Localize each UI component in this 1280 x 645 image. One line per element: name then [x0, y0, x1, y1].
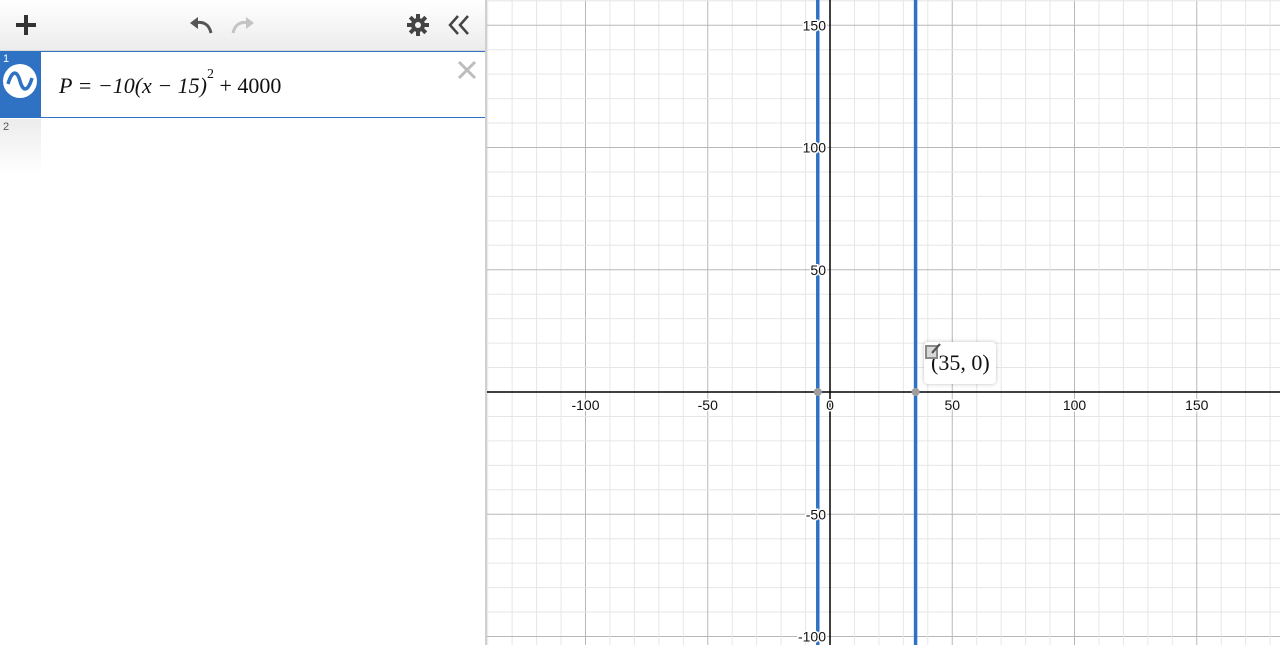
x-tick-label: 0 — [826, 397, 834, 413]
root-point — [911, 388, 920, 396]
collapse-panel-button[interactable] — [444, 10, 474, 40]
add-expression-button[interactable] — [11, 10, 41, 40]
expression-gutter[interactable]: 1 — [0, 51, 41, 118]
expression-text[interactable]: P = −10(x − 15)2 + 4000 — [59, 67, 282, 99]
expression-exponent: 2 — [207, 67, 214, 82]
expression-index: 2 — [3, 121, 10, 133]
y-tick-label: -100 — [798, 629, 826, 645]
x-tick-label: 150 — [1185, 397, 1209, 413]
root-point — [813, 388, 822, 396]
expression-panel: 1 P = −10(x − 15)2 + 4000 2 — [0, 0, 486, 645]
settings-button[interactable] — [403, 10, 433, 40]
x-tick-label: -100 — [571, 397, 599, 413]
redo-button[interactable] — [228, 10, 258, 40]
gear-icon — [407, 14, 429, 36]
expression-lhs: P = −10(x − 15) — [59, 73, 207, 98]
graph-canvas[interactable]: -100 -50 0 50 100 150 150 100 50 -50 -100 (35, 0) — [487, 0, 1280, 645]
expression-input[interactable]: P = −10(x − 15)2 + 4000 — [41, 51, 486, 118]
redo-icon — [231, 17, 254, 34]
expression-gutter[interactable]: 2 — [0, 119, 41, 174]
expression-index: 1 — [3, 53, 10, 65]
double-chevron-left-icon — [448, 15, 469, 35]
plus-icon — [16, 15, 36, 35]
expression-row-empty[interactable]: 2 — [0, 119, 486, 174]
close-icon — [457, 60, 477, 80]
y-tick-label: -50 — [806, 506, 826, 522]
edit-label-icon[interactable] — [924, 342, 942, 360]
x-tick-label: 100 — [1063, 397, 1087, 413]
point-label[interactable]: (35, 0) — [924, 342, 996, 384]
undo-button[interactable] — [186, 10, 216, 40]
expression-row[interactable]: 1 P = −10(x − 15)2 + 4000 — [0, 51, 486, 118]
undo-icon — [190, 17, 213, 34]
x-tick-label: -50 — [698, 397, 718, 413]
graph-svg[interactable]: -100 -50 0 50 100 150 150 100 50 -50 -100 — [487, 0, 1280, 645]
sine-wave-icon[interactable] — [3, 64, 37, 98]
y-tick-label: 150 — [803, 17, 827, 33]
delete-expression-button[interactable] — [455, 58, 479, 82]
y-tick-label: 100 — [803, 140, 827, 156]
x-tick-label: 50 — [944, 397, 960, 413]
expression-rhs: + 4000 — [214, 73, 282, 98]
y-tick-label: 50 — [810, 262, 826, 278]
expression-toolbar — [0, 0, 486, 51]
